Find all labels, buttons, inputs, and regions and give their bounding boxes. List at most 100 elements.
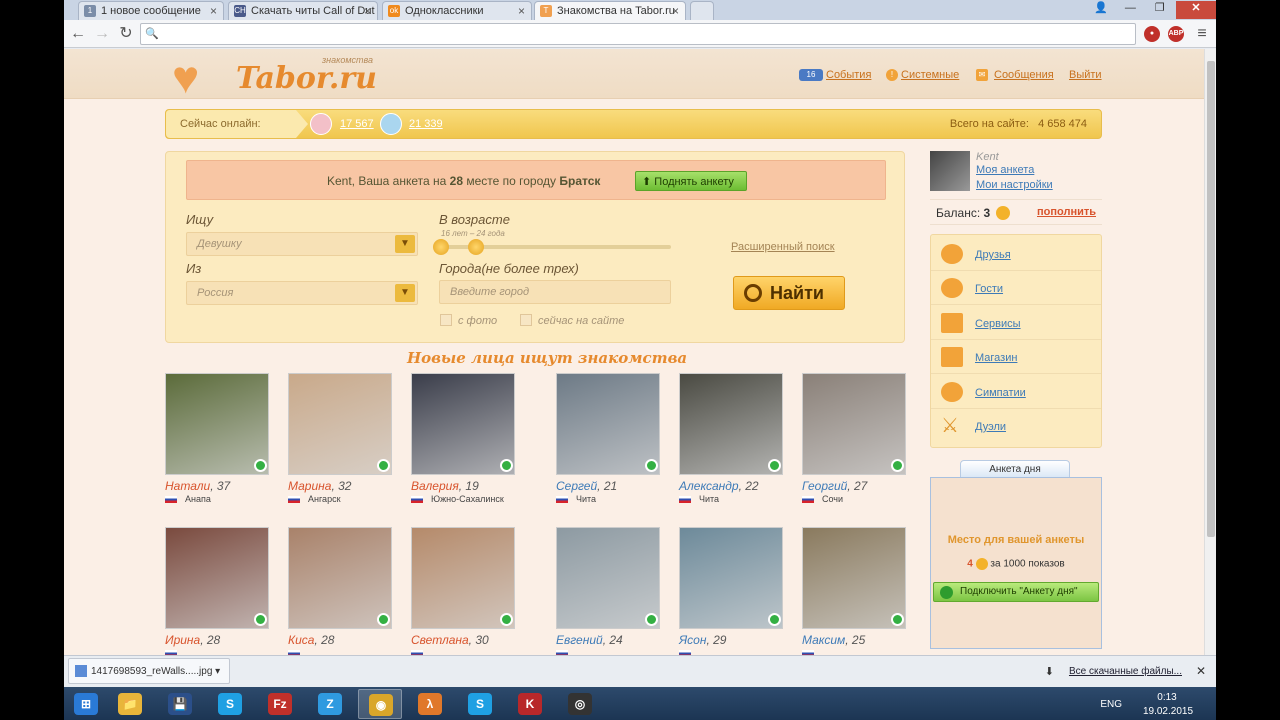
new-tab-button[interactable] — [690, 1, 714, 20]
all-downloads-link[interactable]: Все скачанные файлы... — [1069, 666, 1182, 677]
scrollbar-thumb[interactable] — [1207, 61, 1215, 537]
my-profile-link[interactable]: Моя анкета — [976, 164, 1034, 176]
taskbar-obs-button[interactable]: ◎ — [558, 689, 602, 719]
messages-link[interactable]: Сообщения — [994, 69, 1054, 81]
reload-icon[interactable]: ↻ — [116, 24, 136, 44]
tab-odnoklassniki[interactable]: ok Одноклассники × — [382, 1, 532, 20]
menu-item-services[interactable]: Сервисы — [931, 306, 1101, 340]
taskbar-filezilla-button[interactable]: Fz — [258, 689, 302, 719]
profile-name[interactable]: Георгий, 27 — [802, 479, 867, 493]
profile-photo[interactable] — [165, 373, 269, 475]
country-select[interactable]: Россия ▼ — [186, 281, 418, 305]
download-item[interactable]: 1417698593_reWalls.....jpg ▾ — [68, 658, 230, 684]
close-icon[interactable]: × — [364, 4, 371, 18]
profile-name[interactable]: Марина, 32 — [288, 479, 351, 493]
tab-cheats[interactable]: CH Скачать читы Call of Dut × — [228, 1, 378, 20]
tab-tabor[interactable]: T Знакомства на Tabor.ru × — [534, 1, 686, 20]
menu-item-friends[interactable]: Друзья — [931, 237, 1101, 271]
profile-card[interactable]: Валерия, 19 Южно-Сахалинск — [411, 373, 515, 504]
female-online-count[interactable]: 17 567 — [340, 118, 374, 130]
profile-photo[interactable] — [288, 527, 392, 629]
profile-name[interactable]: Ирина, 28 — [165, 633, 220, 647]
back-icon[interactable]: ← — [68, 24, 88, 44]
user-avatar[interactable] — [930, 151, 970, 191]
close-icon[interactable]: × — [518, 4, 525, 18]
profile-photo[interactable] — [411, 373, 515, 475]
taskbar-windows-button[interactable]: ⊞ — [64, 689, 108, 719]
taskbar-skype-button[interactable]: S — [208, 689, 252, 719]
profile-card[interactable]: Светлана, 30 — [411, 527, 515, 655]
menu-item-guests[interactable]: Гости — [931, 271, 1101, 305]
age-slider[interactable] — [433, 239, 671, 255]
taskbar-kaspersky-button[interactable]: K — [508, 689, 552, 719]
tab-messages[interactable]: 1 1 новое сообщение × — [78, 1, 224, 20]
profile-card[interactable]: Ясон, 29 — [679, 527, 783, 655]
profile-name[interactable]: Сергей, 21 — [556, 479, 617, 493]
profile-photo[interactable] — [288, 373, 392, 475]
profile-name[interactable]: Ясон, 29 — [679, 633, 726, 647]
profile-card[interactable]: Сергей, 21 Чита — [556, 373, 660, 504]
profile-card[interactable]: Александр, 22 Чита — [679, 373, 783, 504]
taskbar-chrome-button[interactable]: ◉ — [358, 689, 402, 719]
profile-name[interactable]: Максим, 25 — [802, 633, 865, 647]
profile-card[interactable]: Марина, 32 Ангарск — [288, 373, 392, 504]
raise-profile-button[interactable]: ⬆ Поднять анкету — [635, 171, 747, 191]
close-icon[interactable]: ✕ — [1196, 664, 1206, 678]
find-button[interactable]: Найти — [733, 276, 845, 310]
clock-date[interactable]: 19.02.2015 — [1140, 706, 1196, 717]
profile-name[interactable]: Светлана, 30 — [411, 633, 489, 647]
profile-photo[interactable] — [679, 527, 783, 629]
address-bar[interactable]: 🔍 — [140, 23, 1136, 45]
scrollbar[interactable] — [1204, 49, 1216, 655]
clock-time[interactable]: 0:13 — [1142, 692, 1192, 703]
profile-card[interactable]: Евгений, 24 — [556, 527, 660, 655]
profile-name[interactable]: Евгений, 24 — [556, 633, 623, 647]
slider-handle-max[interactable] — [468, 239, 484, 255]
site-logo[interactable]: ♥ Tabor.ru знакомства — [172, 51, 377, 100]
male-online-count[interactable]: 21 339 — [409, 118, 443, 130]
with-photo-checkbox[interactable] — [440, 314, 452, 326]
restore-icon[interactable]: ❐ — [1147, 1, 1173, 19]
seek-select[interactable]: Девушку ▼ — [186, 232, 418, 256]
close-window-icon[interactable]: ✕ — [1176, 1, 1216, 19]
profile-name[interactable]: Киса, 28 — [288, 633, 334, 647]
profile-photo[interactable] — [556, 373, 660, 475]
taskbar-explorer-button[interactable]: 📁 — [108, 689, 152, 719]
profile-card[interactable]: Киса, 28 — [288, 527, 392, 655]
system-link[interactable]: Системные — [901, 69, 959, 81]
online-now-checkbox[interactable] — [520, 314, 532, 326]
profile-name[interactable]: Натали, 37 — [165, 479, 230, 493]
events-link[interactable]: События — [826, 69, 871, 81]
taskbar-skype2-button[interactable]: S — [458, 689, 502, 719]
advanced-search-link[interactable]: Расширенный поиск — [731, 241, 835, 253]
profile-photo[interactable] — [556, 527, 660, 629]
profile-photo[interactable] — [802, 527, 906, 629]
extension-icon[interactable]: ● — [1144, 26, 1160, 42]
profile-card[interactable]: Георгий, 27 Сочи — [802, 373, 906, 504]
adblock-icon[interactable]: ABP — [1168, 26, 1184, 42]
menu-item-duels[interactable]: ⚔ Дуэли — [931, 409, 1101, 443]
user-icon[interactable]: 👤 — [1088, 1, 1114, 19]
profile-card[interactable]: Максим, 25 — [802, 527, 906, 655]
connect-day-profile-button[interactable]: Подключить "Анкету дня" — [933, 582, 1099, 602]
minimize-icon[interactable]: — — [1117, 2, 1143, 20]
menu-item-shop[interactable]: Магазин — [931, 340, 1101, 374]
profile-card[interactable]: Ирина, 28 — [165, 527, 269, 655]
taskbar-halflife-button[interactable]: λ — [408, 689, 452, 719]
menu-item-likes[interactable]: Симпатии — [931, 375, 1101, 409]
top-up-link[interactable]: пополнить — [1037, 206, 1096, 218]
city-input[interactable]: Введите город — [439, 280, 671, 304]
profile-name[interactable]: Валерия, 19 — [411, 479, 479, 493]
profile-photo[interactable] — [165, 527, 269, 629]
profile-photo[interactable] — [679, 373, 783, 475]
profile-photo[interactable] — [411, 527, 515, 629]
address-input[interactable] — [161, 26, 1121, 42]
profile-card[interactable]: Натали, 37 Анапа — [165, 373, 269, 504]
exit-link[interactable]: Выйти — [1069, 69, 1102, 81]
close-icon[interactable]: × — [672, 4, 679, 18]
profile-photo[interactable] — [802, 373, 906, 475]
slider-handle-min[interactable] — [433, 239, 449, 255]
close-icon[interactable]: × — [210, 4, 217, 18]
my-settings-link[interactable]: Мои настройки — [976, 179, 1053, 191]
chevron-down-icon[interactable]: ▾ — [215, 666, 220, 677]
